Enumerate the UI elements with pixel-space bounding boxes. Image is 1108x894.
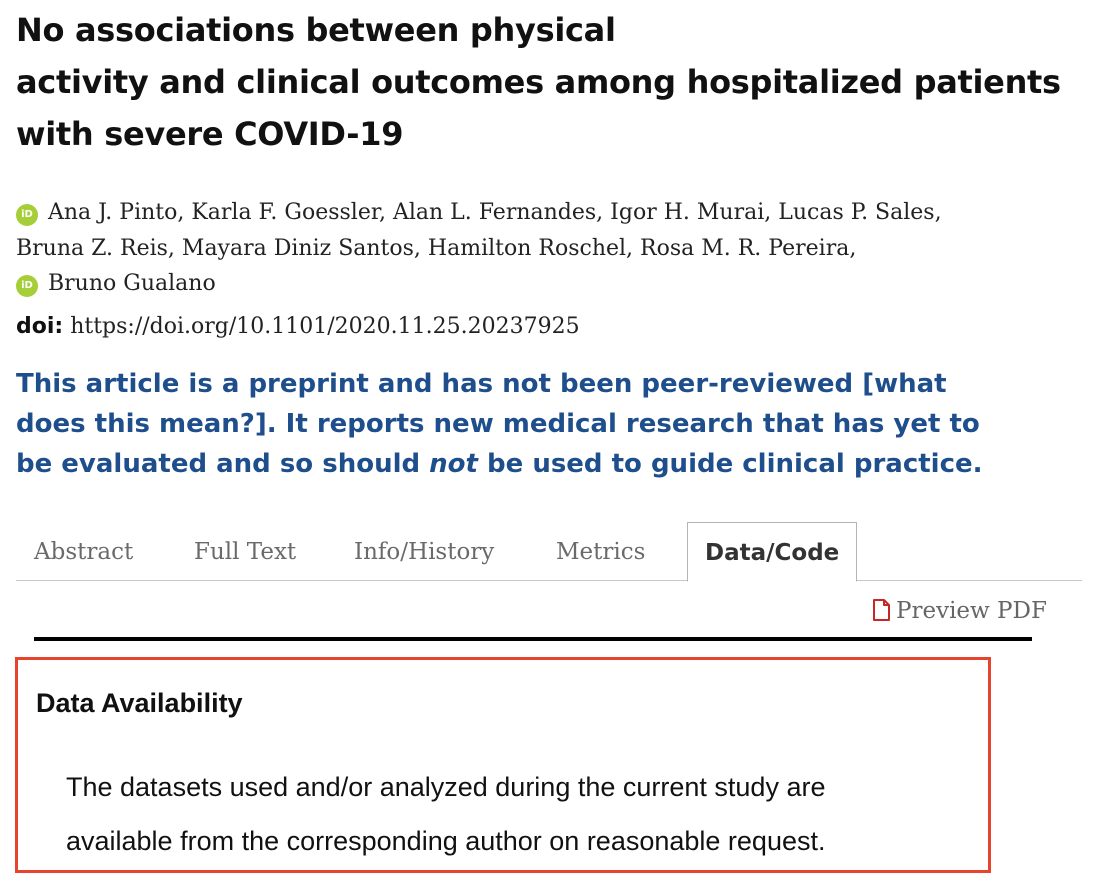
what-does-this-mean-link[interactable]: does this mean? xyxy=(16,409,255,439)
orcid-icon[interactable]: iD xyxy=(16,275,38,297)
doi-link[interactable]: https://doi.org/10.1101/2020.11.25.20237… xyxy=(70,314,579,339)
preprint-notice: This article is a preprint and has not b… xyxy=(16,364,1096,484)
data-availability-heading: Data Availability xyxy=(36,688,243,718)
title-line: No associations between physical xyxy=(16,11,616,49)
availability-line: available from the corresponding author … xyxy=(66,826,826,856)
section-divider xyxy=(34,637,1032,641)
tab-abstract[interactable]: Abstract xyxy=(34,522,133,580)
author-line: iD Ana J. Pinto, Karla F. Goessler, Alan … xyxy=(16,195,1096,231)
preview-pdf-label: Preview PDF xyxy=(896,598,1047,624)
availability-line: The datasets used and/or analyzed during… xyxy=(66,772,826,802)
what-does-this-mean-link[interactable]: what xyxy=(874,369,947,399)
notice-text: This article is a preprint and has not b… xyxy=(16,369,875,399)
orcid-icon[interactable]: iD xyxy=(16,204,38,226)
tab-full-text[interactable]: Full Text xyxy=(194,522,296,580)
data-availability-text: The datasets used and/or analyzed during… xyxy=(66,760,966,868)
author-names[interactable]: Bruna Z. Reis, Mayara Diniz Santos, Hami… xyxy=(16,236,856,261)
author-names[interactable]: Ana J. Pinto, Karla F. Goessler, Alan L.… xyxy=(48,200,942,225)
tab-metrics[interactable]: Metrics xyxy=(556,522,645,580)
author-line: Bruna Z. Reis, Mayara Diniz Santos, Hami… xyxy=(16,231,1096,267)
preview-pdf-button[interactable]: Preview PDF xyxy=(872,596,1047,626)
tab-info-history[interactable]: Info/History xyxy=(354,522,494,580)
title-line: activity and clinical outcomes among hos… xyxy=(16,63,1061,101)
author-names[interactable]: Bruno Gualano xyxy=(48,271,216,296)
article-tabs: Abstract Full Text Info/History Metrics … xyxy=(16,522,1082,582)
notice-emphasis: not xyxy=(429,449,478,479)
pdf-icon xyxy=(872,599,890,629)
notice-line: This article is a preprint and has not b… xyxy=(16,364,1096,404)
doi-label: doi: xyxy=(16,314,64,339)
doi-row: doi: https://doi.org/10.1101/2020.11.25.… xyxy=(16,314,580,339)
notice-text: be evaluated and so should xyxy=(16,449,430,479)
notice-text: ]. It reports new medical research that … xyxy=(254,409,980,439)
notice-text: be used to guide clinical practice. xyxy=(477,449,983,479)
notice-line: be evaluated and so should not be used t… xyxy=(16,444,1096,484)
author-line: iD Bruno Gualano xyxy=(16,266,1096,302)
article-title: No associations between physical activit… xyxy=(16,4,1101,160)
notice-line: does this mean?]. It reports new medical… xyxy=(16,404,1096,444)
author-list: iD Ana J. Pinto, Karla F. Goessler, Alan … xyxy=(16,195,1096,302)
tab-data-code[interactable]: Data/Code xyxy=(687,522,858,582)
title-line: with severe COVID-19 xyxy=(16,115,404,153)
